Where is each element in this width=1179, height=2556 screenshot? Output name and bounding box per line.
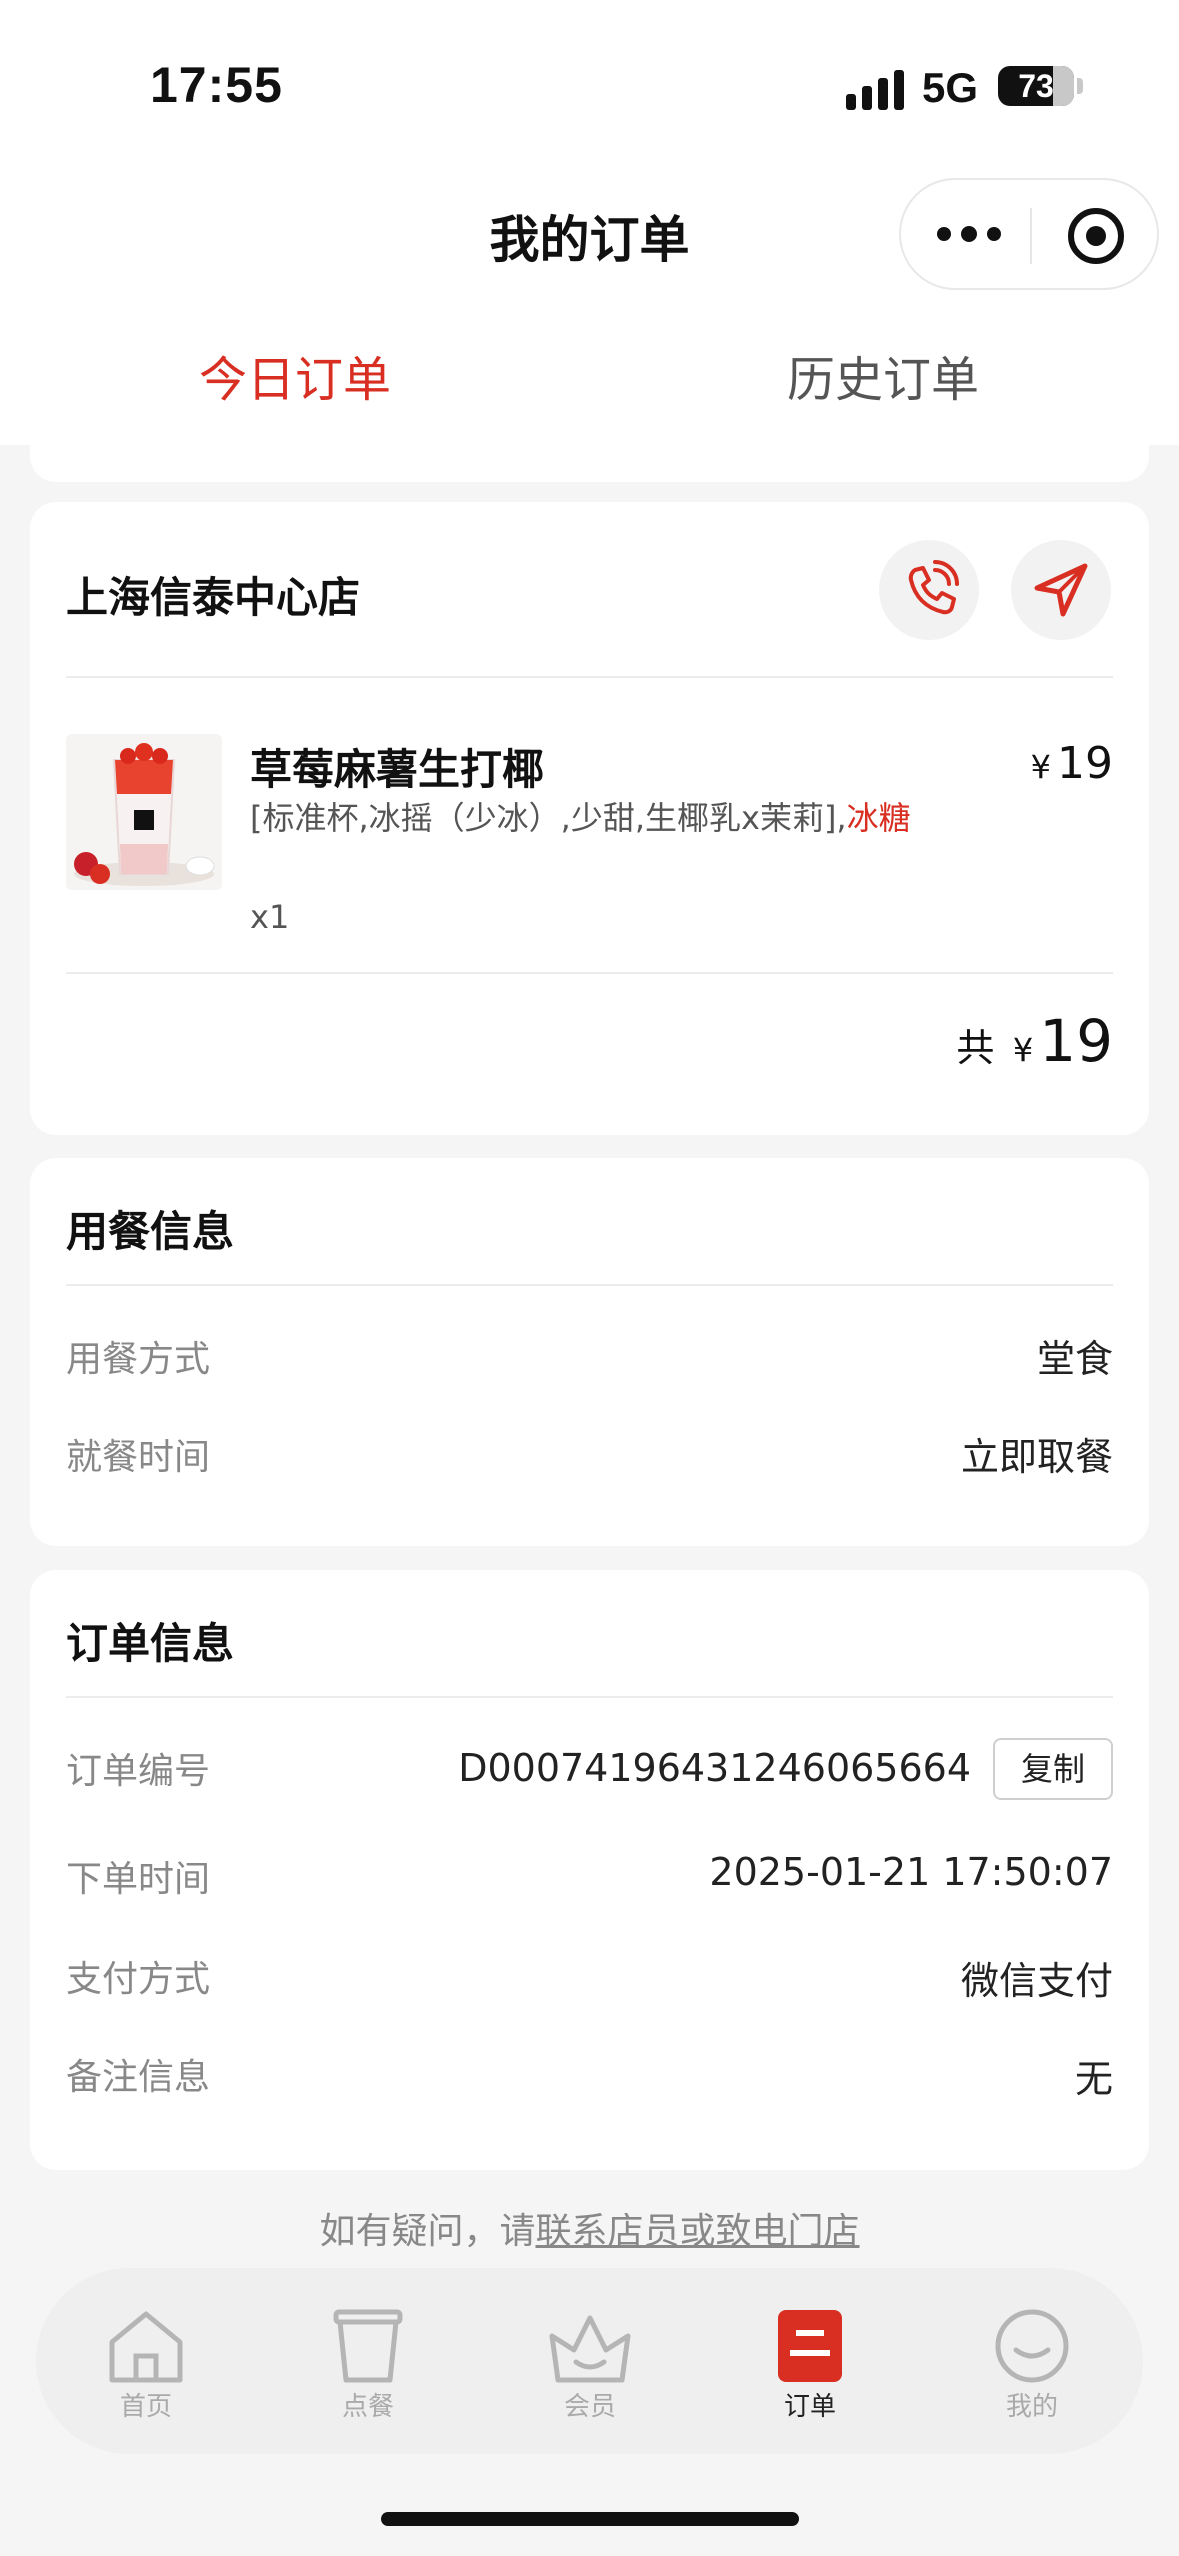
help-prefix: 如有疑问，请 <box>319 2211 536 2252</box>
smile-icon <box>995 2309 1069 2383</box>
tab-history-orders[interactable]: 历史订单 <box>683 340 1083 410</box>
total-label: 共 <box>956 1026 995 1070</box>
cup-icon <box>333 2309 403 2383</box>
tabbar-item-mine[interactable]: 我的 <box>972 2306 1092 2423</box>
item-price-value: 19 <box>1057 738 1113 789</box>
dining-time-label: 就餐时间 <box>66 1437 211 1478</box>
order-icon <box>778 2310 842 2382</box>
currency-symbol: ¥ <box>1012 1031 1034 1069</box>
nav-bar: 我的订单 <box>0 170 1179 300</box>
strawberry-drink-image <box>66 734 222 890</box>
dining-mode-label: 用餐方式 <box>66 1339 211 1380</box>
tabbar-label: 点餐 <box>341 2392 394 2422</box>
bottom-tab-bar: 首页 点餐 会员 订单 我的 <box>36 2268 1143 2454</box>
store-name: 上海信泰中心店 <box>66 573 361 622</box>
battery-percent: 73 <box>1018 68 1054 104</box>
divider <box>66 1284 1113 1286</box>
order-time-label: 下单时间 <box>66 1859 211 1900</box>
product-image <box>66 734 222 890</box>
meal-info-card: 用餐信息 用餐方式 堂食 就餐时间 立即取餐 <box>30 1158 1149 1546</box>
item-name: 草莓麻薯生打椰 <box>250 745 545 794</box>
store-order-card: 上海信泰中心店 草莓麻薯生打椰 ¥19 [标准杯,冰摇（少冰）,少甜,生椰乳x茉… <box>30 502 1149 1135</box>
order-info-card: 订单信息 订单编号 D0007419643124606566​4 复制 下单时间… <box>30 1570 1149 2170</box>
dining-time-value: 立即取餐 <box>960 1435 1113 1479</box>
tabbar-label: 我的 <box>1005 2392 1058 2422</box>
order-info-heading: 订单信息 <box>66 1619 235 1668</box>
signal-icon <box>846 70 904 110</box>
order-number-value: D0007419643124606566​4 <box>458 1746 971 1790</box>
mini-program-capsule <box>899 178 1159 290</box>
dining-mode-value: 堂食 <box>1036 1337 1113 1381</box>
item-quantity: x1 <box>250 898 290 936</box>
payment-method-label: 支付方式 <box>66 1959 211 2000</box>
target-close-icon[interactable] <box>1068 208 1124 264</box>
navigate-store-button[interactable] <box>1011 540 1111 640</box>
tabbar-label: 订单 <box>783 2392 836 2422</box>
battery-cap <box>1077 78 1083 94</box>
tabbar-item-orders[interactable]: 订单 <box>750 2306 870 2423</box>
item-price: ¥19 <box>1031 738 1113 789</box>
divider <box>66 1696 1113 1698</box>
meal-info-heading: 用餐信息 <box>66 1207 235 1256</box>
remark-label: 备注信息 <box>66 2057 211 2098</box>
total-amount: 19 <box>1039 1007 1113 1075</box>
status-time: 17:55 <box>150 57 283 113</box>
battery-icon: 73 <box>998 66 1074 106</box>
divider <box>66 676 1113 678</box>
item-spec-highlight: 冰糖 <box>846 799 911 837</box>
capsule-divider <box>1030 208 1032 264</box>
order-time-value: 2025-01-21 17:50:07 <box>709 1850 1113 1894</box>
call-store-button[interactable] <box>879 540 979 640</box>
crown-icon <box>549 2315 631 2383</box>
tab-today-orders[interactable]: 今日订单 <box>95 340 495 410</box>
contact-store-link[interactable]: 联系店员或致电门店 <box>536 2211 860 2252</box>
remark-value: 无 <box>1074 2057 1113 2101</box>
home-indicator <box>381 2512 799 2526</box>
network-label: 5G <box>922 64 979 111</box>
item-spec: [标准杯,冰摇（少冰）,少甜,生椰乳x茉莉],冰糖 <box>250 798 950 838</box>
phone-icon <box>908 560 959 615</box>
item-spec-main: [标准杯,冰摇（少冰）,少甜,生椰乳x茉莉], <box>250 799 847 837</box>
divider <box>66 972 1113 974</box>
order-total: 共 ¥19 <box>956 1007 1113 1075</box>
tabbar-item-home[interactable]: 首页 <box>86 2306 206 2423</box>
more-dots-icon[interactable] <box>937 214 1001 254</box>
order-number-label: 订单编号 <box>66 1751 211 1792</box>
tabbar-label: 会员 <box>563 2392 616 2422</box>
copy-button[interactable]: 复制 <box>993 1738 1113 1800</box>
navigation-arrow-icon <box>1034 563 1088 617</box>
status-bar: 17:55 5G 73 <box>0 0 1179 170</box>
payment-method-value: 微信支付 <box>960 1959 1113 2003</box>
previous-card <box>30 420 1149 482</box>
tabbar-item-order-food[interactable]: 点餐 <box>308 2306 428 2423</box>
home-icon <box>109 2311 183 2383</box>
tabbar-label: 首页 <box>119 2392 172 2422</box>
tabbar-item-member[interactable]: 会员 <box>530 2306 650 2423</box>
help-text: 如有疑问，请联系店员或致电门店 <box>0 2202 1179 2254</box>
currency-symbol: ¥ <box>1030 748 1051 786</box>
